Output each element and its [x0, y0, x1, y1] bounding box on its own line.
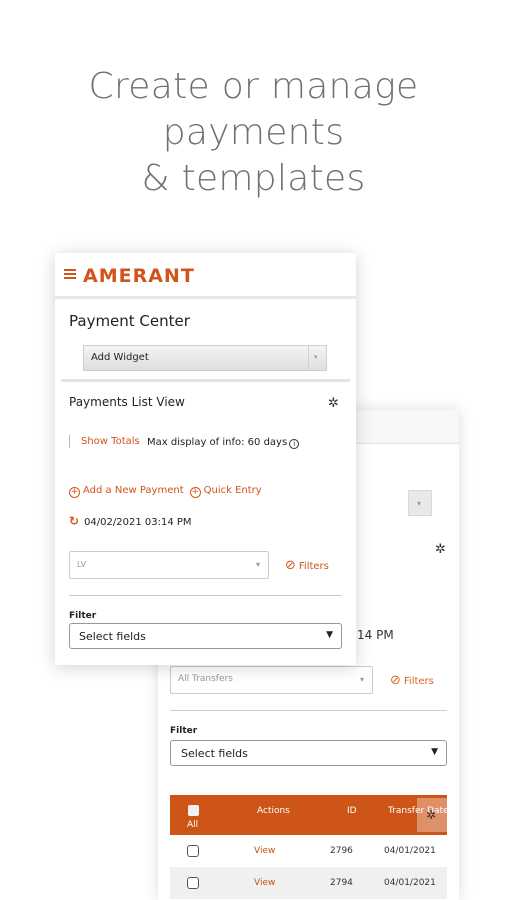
headline-line: payments	[162, 112, 345, 153]
brand-logo: AMERANT	[83, 265, 195, 287]
refresh-row: ↻ 04/02/2021 03:14 PM	[69, 514, 192, 528]
refresh-time: 04/02/2021 03:14 PM	[84, 517, 192, 528]
gear-icon: ✲	[426, 808, 437, 822]
row-date: 04/01/2021	[384, 878, 436, 888]
select-fields-value: Select fields	[79, 630, 146, 643]
table-header: All Actions ID Transfer Date ✲	[170, 795, 449, 835]
info-icon[interactable]: i	[289, 439, 300, 449]
view-link[interactable]: View	[254, 878, 275, 888]
plus-circle-icon: +	[189, 487, 201, 498]
select-fields-dropdown[interactable]: Select fields ▼	[69, 623, 342, 649]
page-title: Payment Center	[69, 312, 190, 330]
chevron-down-icon: ▾	[417, 499, 422, 508]
filter-off-icon: ⊘	[390, 673, 401, 688]
view-select-value: All Transfers	[178, 674, 233, 684]
quick-entry-button[interactable]: + Quick Entry	[189, 485, 262, 498]
select-all-label: All	[187, 820, 199, 830]
caret-down-icon: ▼	[326, 630, 333, 640]
refresh-icon[interactable]: ↻	[69, 514, 79, 528]
row-checkbox[interactable]	[187, 845, 199, 857]
add-widget-select[interactable]: Add Widget ▾	[83, 345, 327, 371]
select-fields-dropdown-back[interactable]: Select fields ▼	[170, 740, 447, 766]
column-actions[interactable]: Actions	[257, 806, 290, 816]
filter-off-icon: ⊘	[285, 558, 296, 573]
separator	[69, 435, 70, 448]
filters-button-back[interactable]: ⊘ Filters	[390, 673, 434, 688]
row-id: 2796	[330, 846, 353, 856]
hamburger-icon[interactable]	[64, 269, 76, 281]
filter-heading: Filter	[170, 726, 198, 736]
gear-icon[interactable]: ✲	[328, 396, 339, 411]
row-date: 04/01/2021	[384, 846, 436, 856]
select-fields-value: Select fields	[181, 747, 248, 760]
view-link[interactable]: View	[254, 846, 275, 856]
max-display-text: Max display of info: 60 days	[147, 437, 288, 448]
filter-heading: Filter	[69, 611, 97, 621]
chevron-down-icon: ▾	[359, 675, 364, 684]
app-header: AMERANT	[55, 253, 356, 299]
gear-icon[interactable]: ✲	[435, 542, 446, 557]
table-row: View 2796 04/01/2021	[170, 835, 447, 867]
chevron-down-icon: ▾	[255, 560, 260, 569]
view-select-back[interactable]: All Transfers ▾	[170, 666, 373, 694]
chevron-down-icon: ▾	[314, 353, 318, 361]
add-payment-label: Add a New Payment	[83, 485, 184, 496]
divider	[69, 595, 342, 596]
widget-title: Payments List View	[69, 395, 185, 409]
column-settings-button[interactable]: ✲	[417, 798, 447, 832]
table-row: View 2794 04/01/2021	[170, 867, 447, 899]
divider	[61, 379, 350, 382]
headline-line: & templates	[141, 158, 366, 199]
add-payment-button[interactable]: + Add a New Payment	[69, 485, 184, 498]
plus-circle-icon: +	[69, 487, 80, 498]
add-widget-value: Add Widget	[91, 352, 149, 363]
view-select[interactable]: LV ▾	[69, 551, 269, 579]
add-widget-toggle: ▾	[308, 346, 326, 370]
view-select-value: LV	[77, 560, 87, 569]
caret-down-icon: ▼	[431, 747, 438, 757]
column-id[interactable]: ID	[347, 806, 357, 816]
filters-button[interactable]: ⊘ Filters	[285, 558, 329, 573]
row-checkbox[interactable]	[187, 877, 199, 889]
headline: Create or manage payments & templates	[0, 64, 507, 202]
row-id: 2794	[330, 878, 353, 888]
payment-center-card: AMERANT Payment Center Add Widget ▾ Paym…	[55, 253, 356, 665]
payment-actions: + Add a New Payment + Quick Entry	[69, 485, 262, 498]
filters-label: Filters	[298, 561, 329, 572]
max-display-info: Max display of info: 60 days i	[147, 437, 300, 449]
add-widget-select-back[interactable]: ▾	[408, 490, 432, 516]
select-all-checkbox[interactable]	[188, 805, 199, 816]
refresh-time-back: :14 PM	[353, 628, 394, 642]
headline-line: Create or manage	[88, 66, 419, 107]
filters-label: Filters	[403, 676, 434, 687]
quick-entry-label: Quick Entry	[203, 485, 262, 496]
divider	[170, 710, 447, 711]
show-totals-link[interactable]: Show Totals	[81, 436, 140, 447]
